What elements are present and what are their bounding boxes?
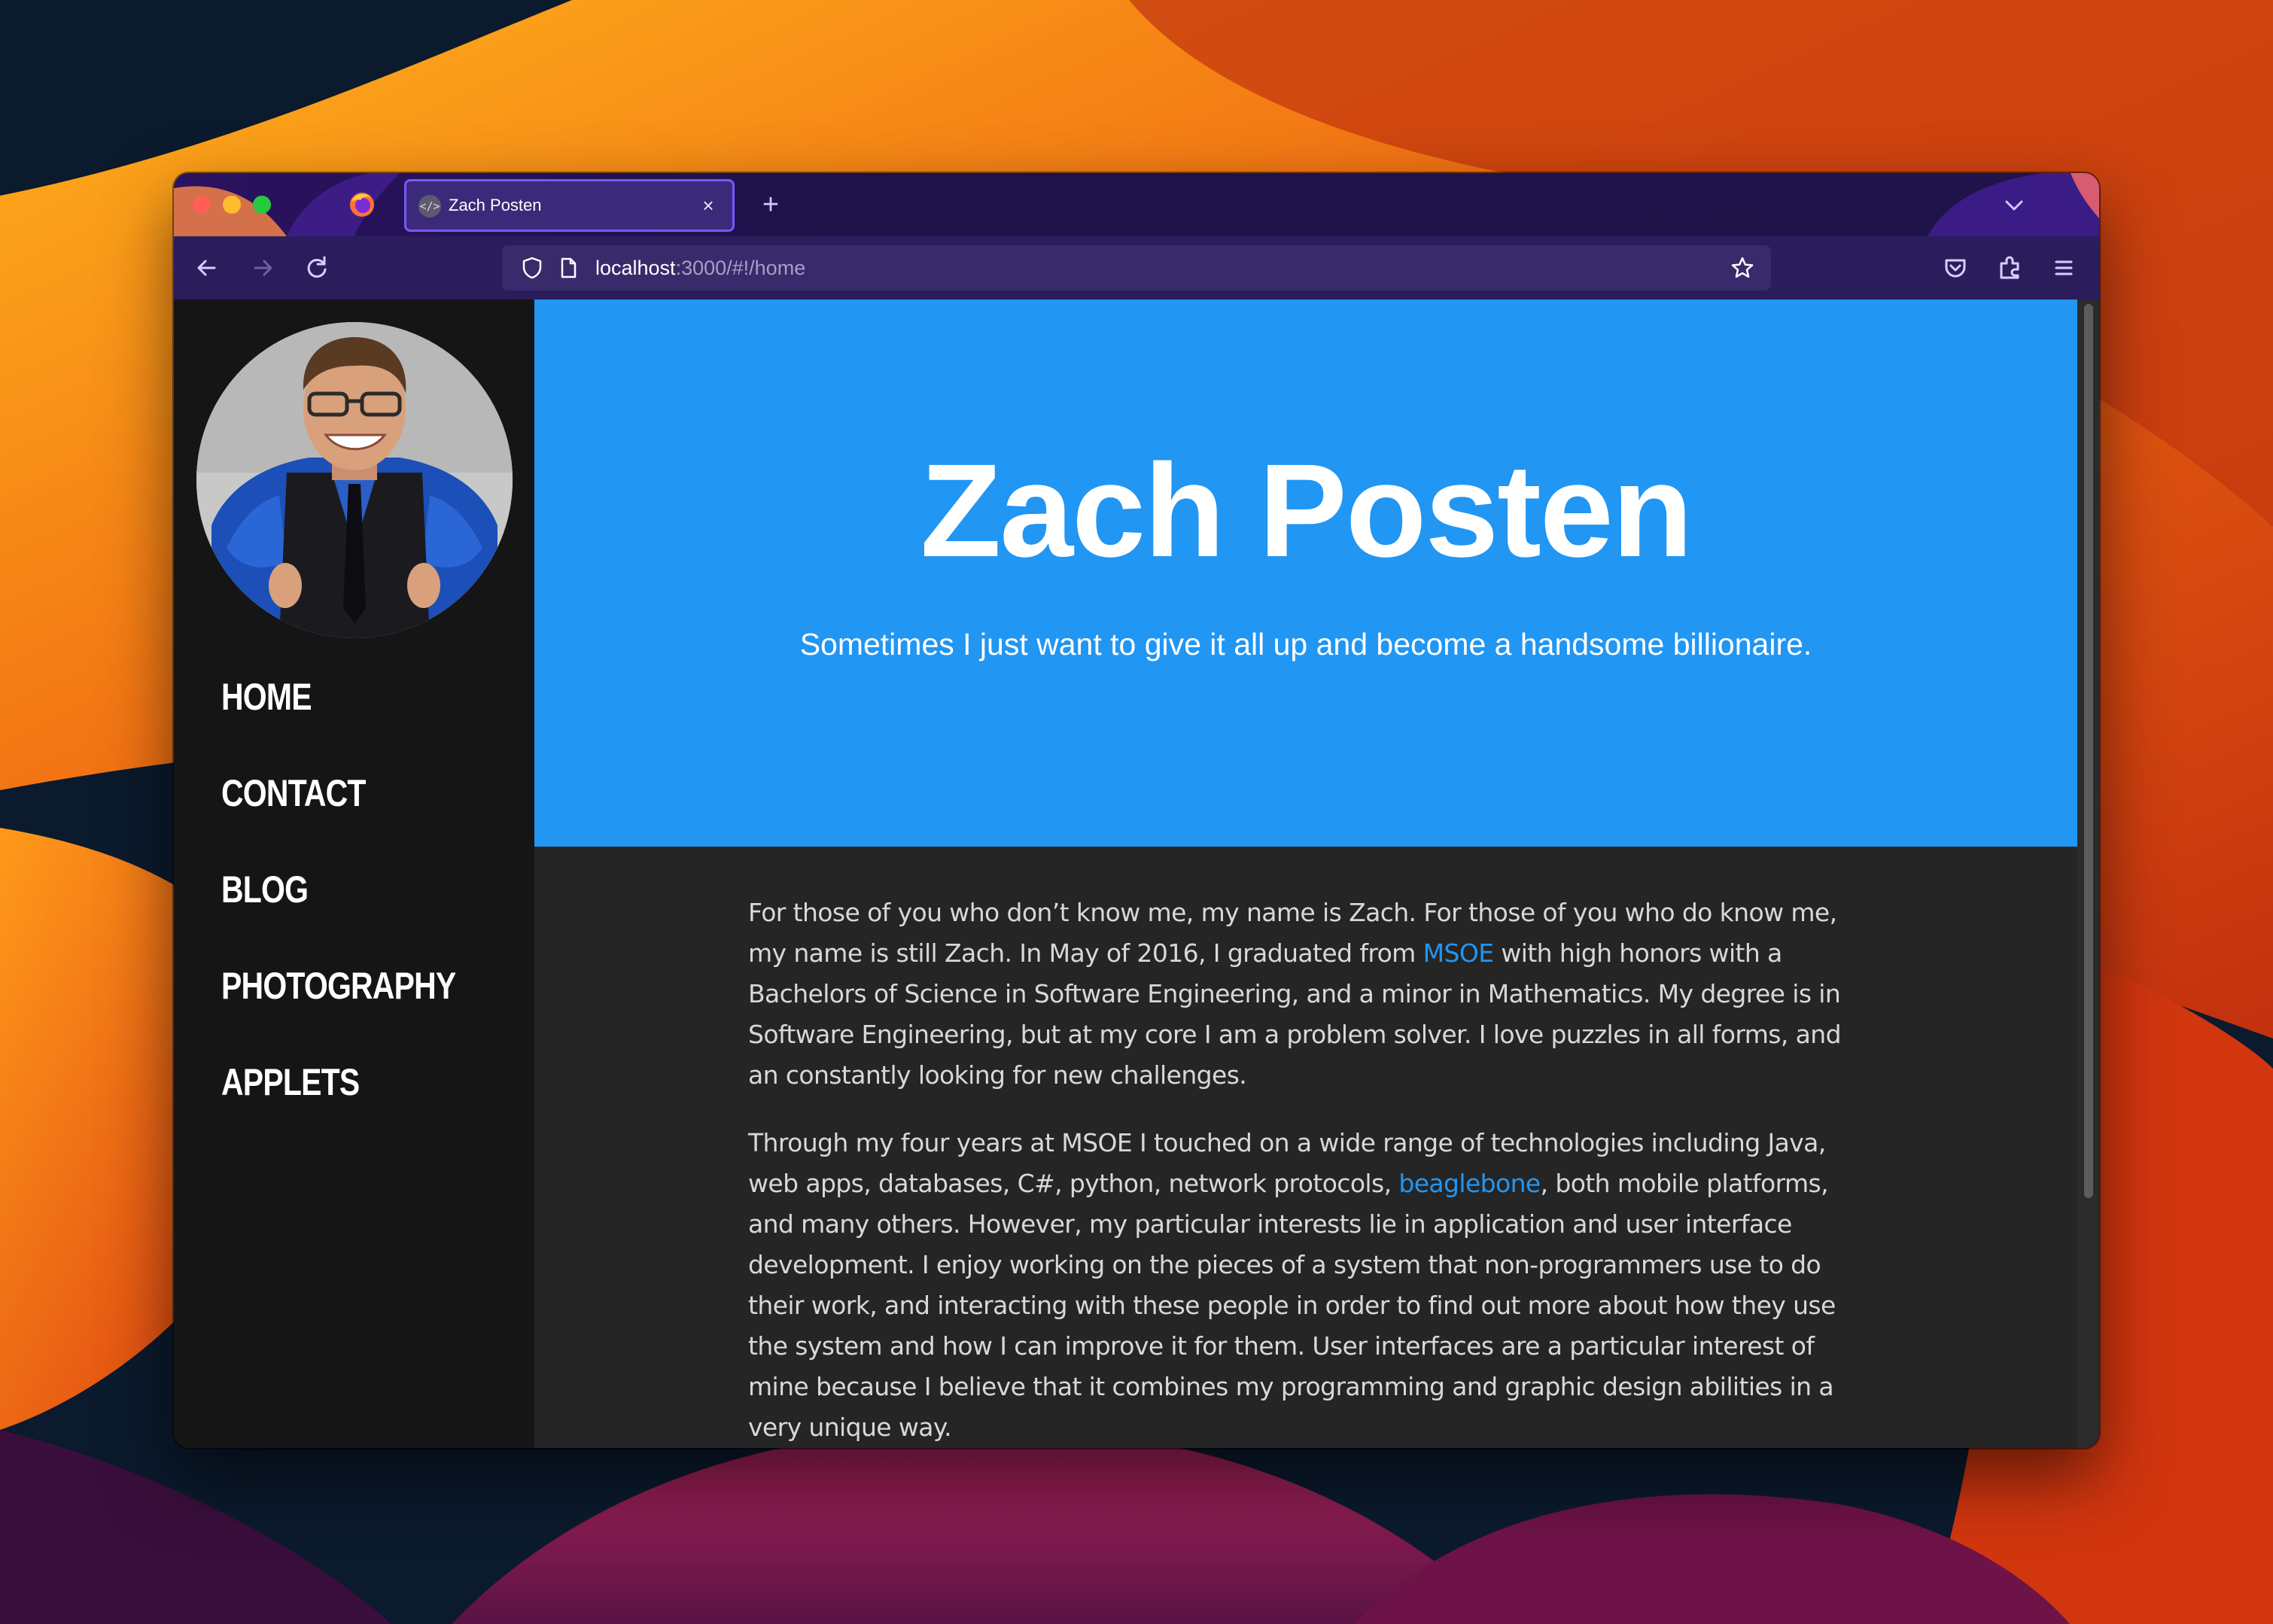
url-text[interactable]: localhost:3000/#!/home bbox=[595, 245, 805, 290]
msoe-link[interactable]: MSOE bbox=[1423, 938, 1494, 968]
new-tab-button[interactable]: + bbox=[754, 188, 787, 221]
main-nav: HOME CONTACT BLOG PHOTOGRAPHY APPLETS bbox=[221, 676, 507, 1157]
pocket-icon[interactable] bbox=[1940, 253, 1970, 283]
shield-icon[interactable] bbox=[520, 256, 544, 280]
page-title: Zach Posten bbox=[920, 437, 1693, 585]
url-host: localhost bbox=[595, 257, 676, 279]
profile-photo bbox=[196, 322, 513, 638]
nav-contact[interactable]: CONTACT bbox=[221, 772, 455, 868]
hero-banner: Zach Posten Sometimes I just want to giv… bbox=[534, 300, 2077, 847]
tab-strip: </> Zach Posten × + bbox=[174, 173, 2099, 236]
nav-blog[interactable]: BLOG bbox=[221, 868, 455, 965]
about-paragraph-2: Through my four years at MSOE I touched … bbox=[748, 1123, 1870, 1448]
page-viewport: HOME CONTACT BLOG PHOTOGRAPHY APPLETS Za… bbox=[174, 300, 2099, 1448]
tagline: Sometimes I just want to give it all up … bbox=[799, 627, 1812, 661]
text-span: , both mobile platforms, and many others… bbox=[748, 1169, 1836, 1442]
page-scrollbar[interactable] bbox=[2077, 300, 2099, 1448]
bookmark-star-icon[interactable] bbox=[1730, 256, 1754, 280]
navigation-toolbar: localhost:3000/#!/home bbox=[174, 236, 2099, 300]
extensions-icon[interactable] bbox=[1995, 253, 2025, 283]
list-all-tabs-icon[interactable] bbox=[1999, 193, 2029, 218]
tab-zach-posten[interactable]: </> Zach Posten × bbox=[404, 179, 735, 232]
url-path: :3000/#!/home bbox=[675, 257, 806, 279]
reload-icon[interactable] bbox=[302, 253, 332, 283]
sidebar: HOME CONTACT BLOG PHOTOGRAPHY APPLETS bbox=[174, 300, 534, 1448]
address-bar[interactable]: localhost:3000/#!/home bbox=[502, 245, 1771, 290]
firefox-logo-icon bbox=[350, 193, 374, 217]
minimize-window-button[interactable] bbox=[223, 196, 241, 214]
scrollbar-thumb[interactable] bbox=[2084, 304, 2093, 1198]
page-icon[interactable] bbox=[556, 256, 580, 280]
browser-window: </> Zach Posten × + localhost:3000/#!/ho… bbox=[174, 173, 2099, 1448]
forward-arrow-icon[interactable] bbox=[248, 253, 278, 283]
code-icon: </> bbox=[418, 195, 441, 217]
close-window-button[interactable] bbox=[193, 196, 211, 214]
about-content: For those of you who don’t know me, my n… bbox=[748, 893, 1870, 1448]
nav-home[interactable]: HOME bbox=[221, 676, 455, 772]
zoom-window-button[interactable] bbox=[253, 196, 271, 214]
close-tab-icon[interactable]: × bbox=[695, 192, 722, 219]
nav-applets[interactable]: APPLETS bbox=[221, 1061, 455, 1157]
back-arrow-icon[interactable] bbox=[192, 253, 222, 283]
tab-title: Zach Posten bbox=[449, 196, 542, 214]
beaglebone-link[interactable]: beaglebone bbox=[1398, 1169, 1541, 1198]
about-paragraph-1: For those of you who don’t know me, my n… bbox=[748, 893, 1870, 1096]
avatar bbox=[196, 322, 513, 638]
nav-photography[interactable]: PHOTOGRAPHY bbox=[221, 965, 456, 1061]
hamburger-menu-icon[interactable] bbox=[2049, 253, 2079, 283]
